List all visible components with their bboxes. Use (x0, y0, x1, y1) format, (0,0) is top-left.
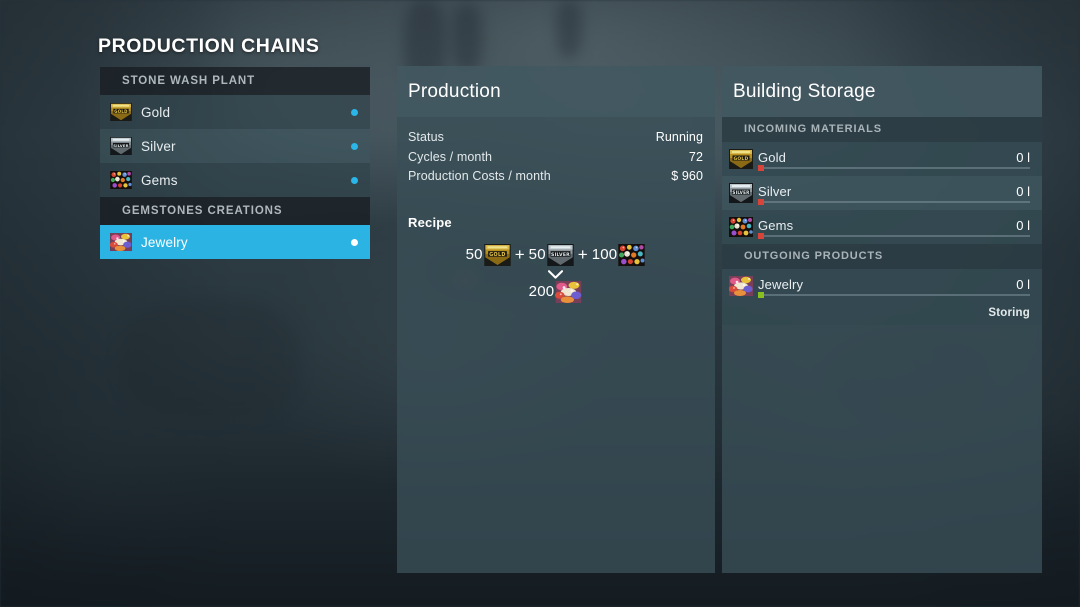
storage-row-note-wrap: Storing (722, 303, 1042, 325)
storage-row-amount: 0 l (1016, 150, 1030, 165)
stat-value: $ 960 (671, 169, 703, 183)
page-title: PRODUCTION CHAINS (98, 35, 320, 57)
storage-row-fill-bar (758, 294, 1030, 296)
gold-bar-icon (729, 149, 753, 169)
storage-row-jewelry[interactable]: Jewelry 0 l (722, 269, 1042, 303)
recipe-input-amount: 50 (465, 246, 483, 263)
gems-icon (618, 244, 645, 266)
chain-item-status-dot (351, 108, 358, 116)
chevron-down-icon (548, 270, 563, 279)
production-panel-header: Production (397, 66, 715, 117)
stat-row-cycles-month: Cycles / month 72 (408, 148, 703, 168)
production-stats: Status Running Cycles / month 72 Production … (408, 128, 703, 187)
stat-label: Status (408, 130, 445, 144)
stat-value: 72 (688, 149, 703, 164)
recipe-outputs: 200 (529, 281, 583, 303)
storage-panel-title: Building Storage (733, 80, 876, 102)
storage-row-note: Storing (988, 307, 1030, 319)
production-panel-title: Production (408, 80, 501, 102)
storage-section-header: OUTGOING PRODUCTS (722, 244, 1042, 269)
storage-row-fill-bar (758, 235, 1030, 237)
storage-row-label: Gems (758, 218, 794, 233)
chain-group-header: STONE WASH PLANT (100, 67, 370, 95)
silver-bar-icon (729, 183, 753, 203)
gems-icon (729, 217, 753, 237)
storage-row-fill-indicator (758, 291, 764, 298)
recipe-plus-separator: + (577, 245, 588, 264)
storage-row-fill-bar (758, 201, 1030, 203)
silver-bar-icon (110, 137, 132, 155)
storage-row-gold[interactable]: Gold 0 l (722, 142, 1042, 176)
recipe-input-3: 100 (592, 244, 646, 266)
chain-item-label: Silver (141, 138, 176, 154)
recipe-heading: Recipe (408, 214, 452, 230)
recipe-diagram: 50 +50 +100 200 (408, 244, 703, 303)
recipe-input-amount: 100 (591, 246, 618, 263)
chain-item-label: Gold (141, 104, 171, 120)
storage-row-label: Gold (758, 150, 787, 165)
chain-item-status-dot (351, 238, 358, 246)
jewelry-icon (110, 233, 132, 251)
recipe-output-amount: 200 (528, 283, 555, 300)
recipe-output-1: 200 (529, 281, 583, 303)
storage-row-amount: 0 l (1016, 184, 1030, 199)
recipe-plus-separator: + (514, 245, 525, 264)
chain-item-jewelry[interactable]: Jewelry (100, 225, 370, 259)
chain-item-label: Jewelry (141, 234, 188, 250)
stat-label: Production Costs / month (408, 169, 551, 183)
stat-value: Running (655, 130, 703, 144)
storage-row-fill-indicator (758, 198, 764, 205)
recipe-inputs: 50 +50 +100 (466, 244, 646, 266)
storage-row-amount: 0 l (1016, 218, 1030, 233)
storage-row-fill-bar (758, 167, 1030, 169)
storage-row-label: Jewelry (758, 277, 804, 292)
jewelry-icon (555, 281, 582, 303)
chain-item-status-dot (351, 142, 358, 150)
storage-panel-header: Building Storage (722, 66, 1042, 117)
recipe-input-amount: 50 (528, 246, 546, 263)
storage-row-gems[interactable]: Gems 0 l (722, 210, 1042, 244)
chain-item-status-dot (351, 176, 358, 184)
chain-item-gold[interactable]: Gold (100, 95, 370, 129)
silver-bar-icon (547, 244, 574, 266)
recipe-input-2: 50 (529, 244, 574, 266)
storage-sections: INCOMING MATERIALS Gold 0 l Silver 0 l Gems 0 … (722, 117, 1042, 325)
gold-bar-icon (484, 244, 511, 266)
chain-group-header: GEMSTONES CREATIONS (100, 197, 370, 225)
production-panel: Production Status Running Cycles / month 72… (397, 66, 715, 573)
storage-row-silver[interactable]: Silver 0 l (722, 176, 1042, 210)
storage-section-header: INCOMING MATERIALS (722, 117, 1042, 142)
storage-row-fill-indicator (758, 232, 764, 239)
recipe-input-1: 50 (466, 244, 511, 266)
jewelry-icon (729, 276, 753, 296)
storage-row-fill-indicator (758, 164, 764, 171)
storage-row-amount: 0 l (1016, 277, 1030, 292)
gold-bar-icon (110, 103, 132, 121)
chain-item-gems[interactable]: Gems (100, 163, 370, 197)
production-chain-list: STONE WASH PLANT Gold Silver Gems GEMSTONES … (100, 67, 370, 259)
chain-item-label: Gems (141, 172, 178, 188)
building-storage-panel: Building Storage INCOMING MATERIALS Gold 0… (722, 66, 1042, 573)
gems-icon (110, 171, 132, 189)
stat-row-status: Status Running (408, 128, 703, 148)
stat-label: Cycles / month (408, 149, 493, 164)
stat-row-production-costs-month: Production Costs / month $ 960 (408, 167, 703, 187)
chain-item-silver[interactable]: Silver (100, 129, 370, 163)
storage-row-label: Silver (758, 184, 792, 199)
